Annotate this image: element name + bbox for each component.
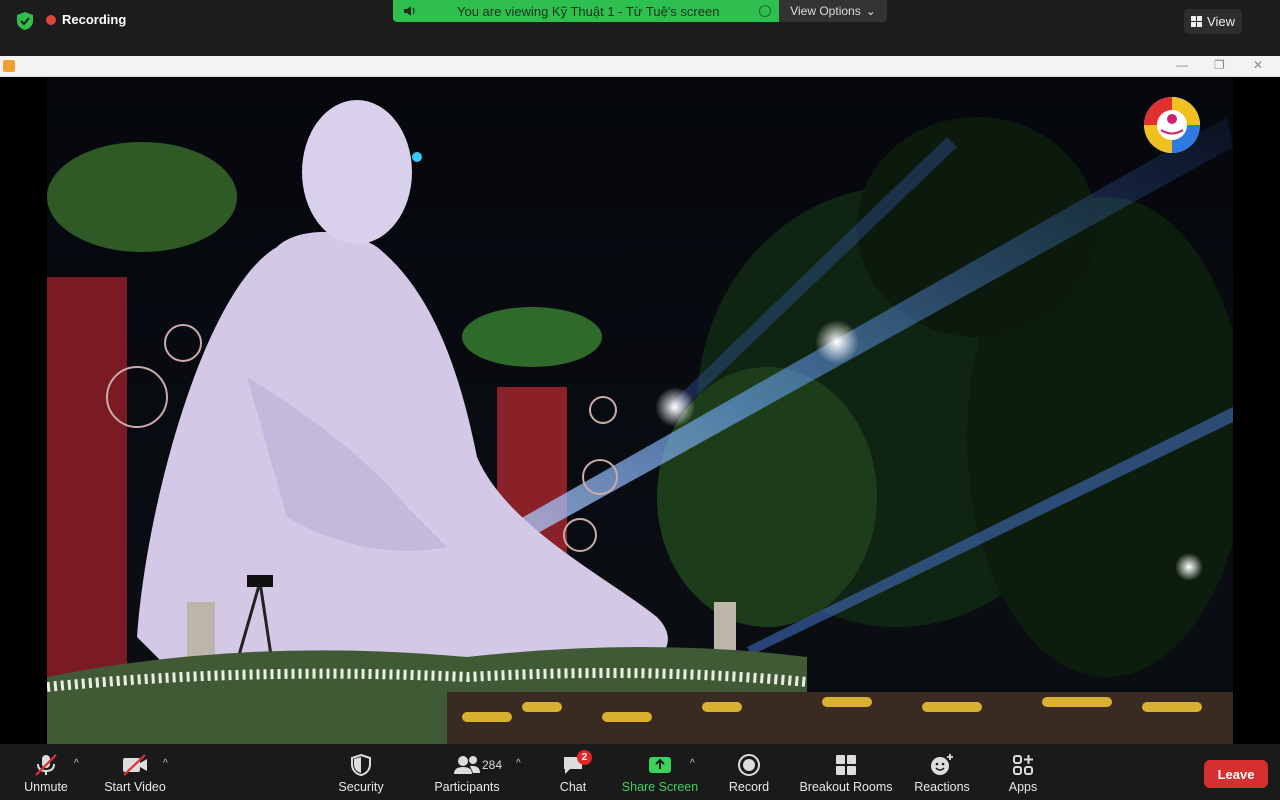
- apps-icon: [1013, 755, 1033, 775]
- participants-button[interactable]: Participants: [430, 744, 504, 800]
- record-label: Record: [728, 780, 770, 794]
- breakout-rooms-icon: [836, 755, 856, 775]
- video-frame-buddha-statue-night-scene: [47, 77, 1233, 744]
- participants-icon: [454, 756, 480, 774]
- view-button[interactable]: View: [1184, 9, 1242, 34]
- share-screen-icon: [649, 757, 671, 773]
- recording-indicator[interactable]: Recording: [46, 12, 126, 27]
- view-label: View: [1207, 14, 1235, 29]
- meeting-toolbar: Unmute ^ Start Video ^ Security Particip…: [0, 744, 1280, 800]
- viewing-text: You are viewing Kỹ Thuật 1 - Từ Tuệ's sc…: [457, 4, 720, 19]
- participants-chevron-icon[interactable]: ^: [516, 758, 521, 769]
- app-icon: [3, 60, 15, 72]
- security-button[interactable]: Security: [331, 744, 391, 800]
- recording-label: Recording: [62, 12, 127, 27]
- mic-muted-icon: [35, 754, 57, 776]
- meeting-top-bar: Recording You are viewing Kỹ Thuật 1 - T…: [0, 0, 1280, 56]
- restore-icon[interactable]: ❐: [1214, 58, 1225, 72]
- smiley-plus-icon: [931, 754, 953, 775]
- view-options-button[interactable]: View Options ⌄: [779, 0, 887, 22]
- security-shield-icon: [351, 753, 371, 777]
- audio-options-chevron-icon[interactable]: ^: [74, 758, 79, 769]
- share-screen-button[interactable]: Share Screen: [618, 744, 702, 800]
- start-video-button[interactable]: Start Video: [100, 744, 170, 800]
- recording-dot-icon: [46, 14, 56, 25]
- leave-button[interactable]: Leave: [1204, 760, 1268, 788]
- reactions-button[interactable]: Reactions: [910, 744, 974, 800]
- participants-count: 284: [482, 758, 503, 772]
- reactions-label: Reactions: [914, 780, 970, 794]
- shared-screen-video: [0, 77, 1280, 744]
- apps-label: Apps: [1008, 780, 1038, 794]
- view-options-label: View Options: [790, 4, 861, 18]
- breakout-rooms-label: Breakout Rooms: [799, 780, 893, 794]
- breakout-rooms-button[interactable]: Breakout Rooms: [796, 744, 896, 800]
- apps-button[interactable]: Apps: [1000, 744, 1046, 800]
- video-off-icon: [123, 754, 147, 776]
- status-circle-icon: [759, 5, 771, 17]
- channel-logo: [1144, 97, 1200, 153]
- speaker-icon: [404, 6, 415, 16]
- share-screen-label: Share Screen: [621, 780, 699, 794]
- leave-label: Leave: [1217, 766, 1255, 782]
- start-video-label: Start Video: [104, 780, 166, 794]
- security-label: Security: [338, 780, 384, 794]
- participants-label: Participants: [434, 780, 500, 794]
- record-icon: [738, 754, 760, 776]
- share-options-chevron-icon[interactable]: ^: [690, 758, 695, 769]
- chevron-down-icon: ⌄: [865, 4, 876, 18]
- viewing-share-banner: You are viewing Kỹ Thuật 1 - Từ Tuệ's sc…: [393, 0, 779, 22]
- shared-window-titlebar: — ❐ ✕: [0, 56, 1280, 77]
- record-button[interactable]: Record: [722, 744, 776, 800]
- video-options-chevron-icon[interactable]: ^: [163, 758, 168, 769]
- chat-unread-badge: 2: [577, 750, 592, 765]
- grid-view-icon: [1191, 16, 1203, 27]
- encryption-shield-icon[interactable]: [15, 11, 35, 31]
- unmute-label: Unmute: [24, 780, 68, 794]
- close-icon[interactable]: ✕: [1253, 58, 1263, 72]
- minimize-icon[interactable]: —: [1176, 58, 1188, 72]
- unmute-button[interactable]: Unmute: [14, 744, 78, 800]
- chat-label: Chat: [559, 780, 587, 794]
